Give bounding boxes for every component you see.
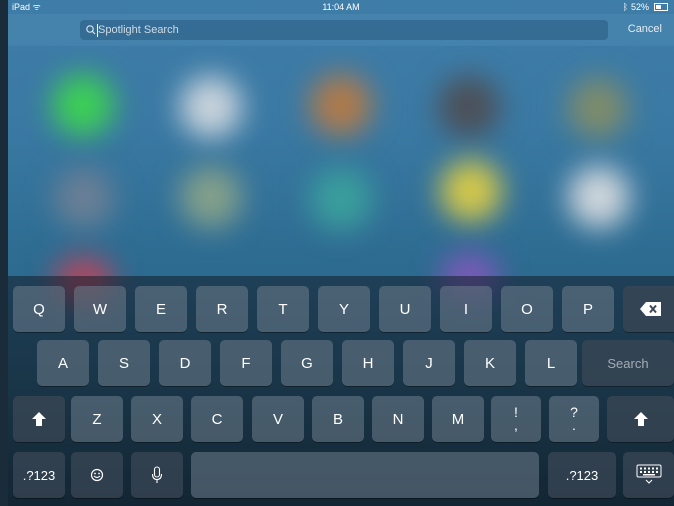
key-a[interactable]: A bbox=[37, 340, 89, 386]
key-exclamation-comma[interactable]: ! , bbox=[491, 396, 541, 442]
shift-icon bbox=[633, 412, 648, 426]
battery-icon bbox=[654, 3, 668, 11]
key-s[interactable]: S bbox=[98, 340, 150, 386]
key-x[interactable]: X bbox=[131, 396, 183, 442]
battery-status: ᛒ 52% bbox=[623, 0, 668, 14]
battery-percent: 52% bbox=[630, 2, 649, 12]
blurred-app-icon bbox=[52, 74, 114, 136]
key-k[interactable]: K bbox=[464, 340, 516, 386]
emoji-icon bbox=[90, 468, 104, 482]
key-v[interactable]: V bbox=[252, 396, 304, 442]
delete-icon bbox=[639, 302, 661, 316]
key-question-period[interactable]: ? . bbox=[549, 396, 599, 442]
key-g[interactable]: G bbox=[281, 340, 333, 386]
hide-keyboard-button[interactable] bbox=[623, 452, 674, 498]
numbers-right-button[interactable]: .?123 bbox=[548, 452, 616, 498]
numbers-left-button[interactable]: .?123 bbox=[13, 452, 65, 498]
keyboard-hide-icon bbox=[636, 464, 661, 484]
key-j[interactable]: J bbox=[403, 340, 455, 386]
microphone-icon bbox=[151, 466, 163, 483]
key-z[interactable]: Z bbox=[71, 396, 123, 442]
dictation-button[interactable] bbox=[131, 452, 183, 498]
key-o[interactable]: O bbox=[501, 286, 553, 332]
blurred-app-icon bbox=[54, 168, 114, 228]
key-bottom-char: . bbox=[572, 417, 576, 433]
cancel-button[interactable]: Cancel bbox=[628, 23, 662, 35]
key-f[interactable]: F bbox=[220, 340, 272, 386]
key-l[interactable]: L bbox=[525, 340, 577, 386]
ipad-screen: iPad ᯤ 11:04 AM ᛒ 52% Cancel Q W E R T Y… bbox=[8, 0, 674, 506]
shift-left-button[interactable] bbox=[13, 396, 65, 442]
search-icon bbox=[86, 25, 96, 35]
shift-icon bbox=[32, 412, 46, 426]
key-w[interactable]: W bbox=[74, 286, 126, 332]
key-m[interactable]: M bbox=[432, 396, 484, 442]
key-c[interactable]: C bbox=[191, 396, 243, 442]
blurred-app-icon bbox=[180, 76, 242, 138]
key-e[interactable]: E bbox=[135, 286, 187, 332]
key-d[interactable]: D bbox=[159, 340, 211, 386]
blurred-app-icon bbox=[440, 160, 502, 222]
space-bar[interactable] bbox=[191, 452, 539, 498]
search-input[interactable] bbox=[98, 20, 598, 40]
blurred-app-icon bbox=[438, 76, 500, 138]
search-field-container[interactable] bbox=[80, 20, 608, 40]
key-t[interactable]: T bbox=[257, 286, 309, 332]
key-h[interactable]: H bbox=[342, 340, 394, 386]
search-key[interactable]: Search bbox=[582, 340, 674, 386]
emoji-button[interactable] bbox=[71, 452, 123, 498]
key-p[interactable]: P bbox=[562, 286, 614, 332]
key-n[interactable]: N bbox=[372, 396, 424, 442]
key-y[interactable]: Y bbox=[318, 286, 370, 332]
delete-button[interactable] bbox=[623, 286, 674, 332]
blurred-app-icon bbox=[568, 78, 628, 138]
key-b[interactable]: B bbox=[312, 396, 364, 442]
key-q[interactable]: Q bbox=[13, 286, 65, 332]
status-bar: iPad ᯤ 11:04 AM ᛒ 52% bbox=[8, 0, 674, 14]
key-r[interactable]: R bbox=[196, 286, 248, 332]
key-i[interactable]: I bbox=[440, 286, 492, 332]
on-screen-keyboard: Q W E R T Y U I O P A S D F G H J K L Se… bbox=[8, 276, 674, 506]
spotlight-search-bar: Cancel bbox=[8, 14, 674, 46]
blurred-app-icon bbox=[310, 168, 372, 230]
bluetooth-icon: ᛒ bbox=[622, 2, 628, 12]
key-u[interactable]: U bbox=[379, 286, 431, 332]
clock: 11:04 AM bbox=[322, 2, 360, 12]
blurred-app-icon bbox=[568, 166, 630, 228]
blurred-app-icon bbox=[310, 74, 372, 136]
key-bottom-char: , bbox=[514, 417, 518, 433]
shift-right-button[interactable] bbox=[607, 396, 674, 442]
blurred-app-icon bbox=[180, 166, 242, 228]
